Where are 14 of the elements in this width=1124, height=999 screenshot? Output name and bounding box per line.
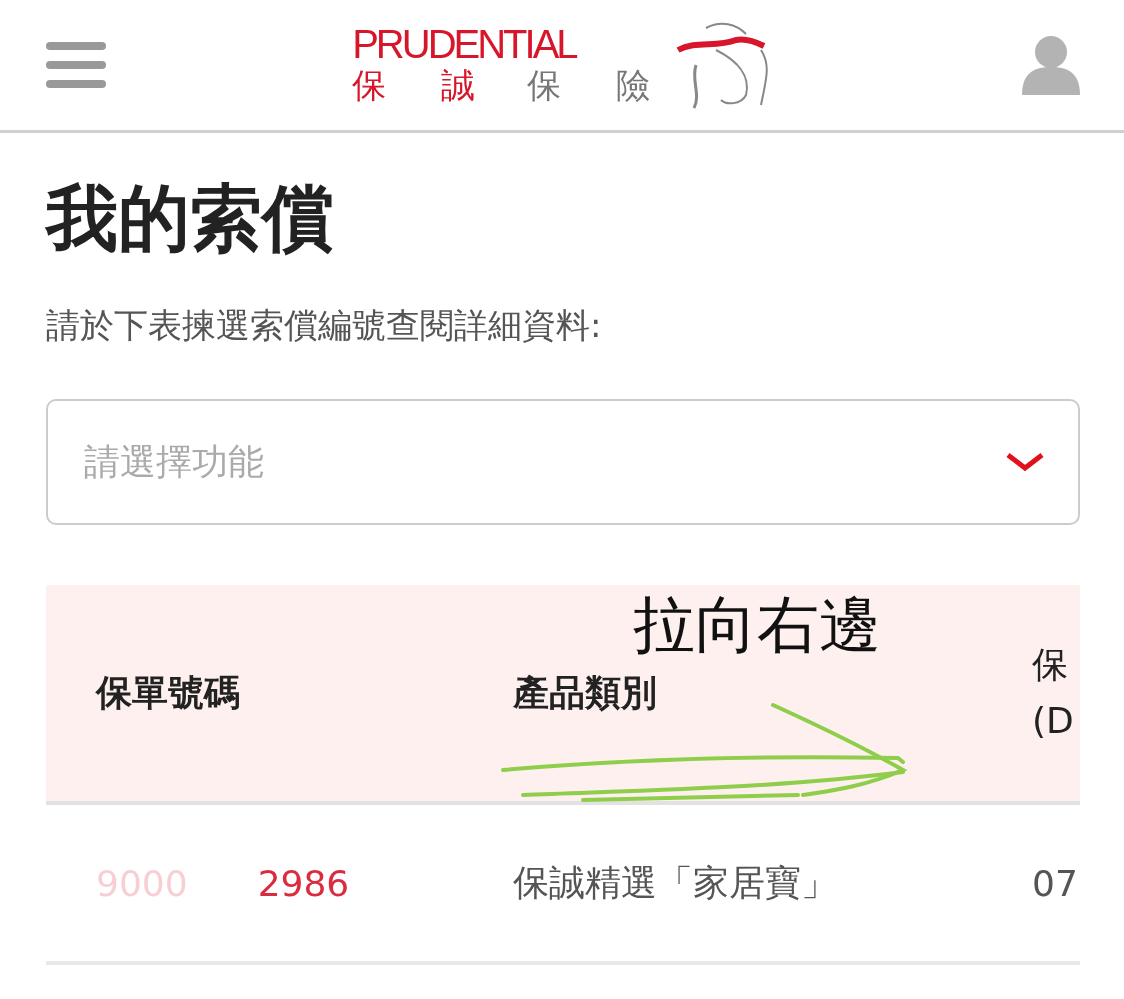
table-cell: 保誠精選「家居寶」 <box>465 805 992 965</box>
handwritten-annotation: 拉向右邊 <box>633 587 881 663</box>
instruction-text: 請於下表揀選索償編號查閱詳細資料: <box>46 304 603 347</box>
table-cell: 07 <box>992 805 1080 965</box>
logo-chinese-text: 保 誠 <box>352 64 497 106</box>
column-header: 保 (D <box>992 585 1080 805</box>
function-select[interactable]: 請選擇功能 <box>46 399 1080 525</box>
page-title: 我的索償 <box>46 175 335 262</box>
menu-icon[interactable] <box>46 42 106 88</box>
column-header: 保單號碼 <box>46 585 465 805</box>
logo-chinese-text: 保 險 <box>527 64 672 106</box>
logo-wordmark: PRUDENTIAL <box>352 24 578 64</box>
user-icon[interactable] <box>1022 35 1080 95</box>
chevron-down-icon <box>1006 452 1044 472</box>
